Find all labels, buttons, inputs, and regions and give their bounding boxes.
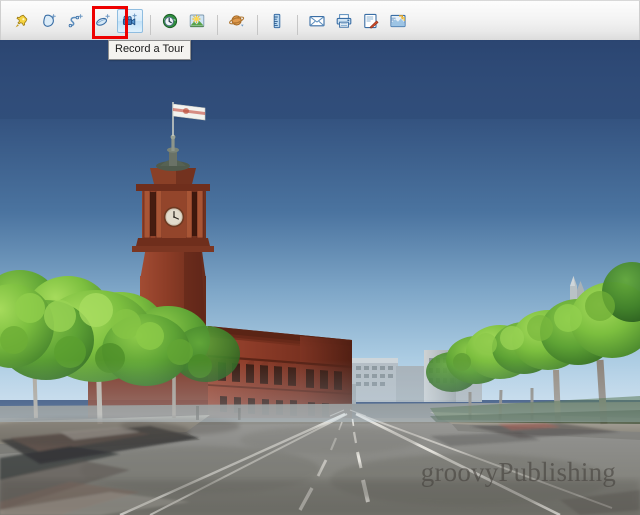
main-toolbar bbox=[0, 0, 640, 40]
historical-imagery-clock-icon bbox=[161, 12, 179, 30]
add-image-overlay-button[interactable] bbox=[90, 9, 116, 33]
ruler-icon bbox=[268, 12, 286, 30]
toolbar-separator-3 bbox=[257, 14, 258, 35]
save-image-icon bbox=[362, 12, 380, 30]
google-earth-window: Record a Tour groovyPublishing bbox=[0, 0, 640, 515]
add-path-button[interactable] bbox=[63, 9, 89, 33]
placemark-pin-icon bbox=[13, 12, 31, 30]
toolbar-group-planet-tools bbox=[224, 9, 251, 33]
email-button[interactable] bbox=[304, 9, 330, 33]
watermark-text: groovyPublishing bbox=[420, 457, 616, 487]
polygon-icon bbox=[40, 12, 58, 30]
toolbar-group-share-tools bbox=[304, 9, 412, 33]
toolbar-group-drawing-tools bbox=[9, 9, 144, 33]
toolbar-group-time-tools bbox=[157, 9, 211, 33]
image-overlay-icon bbox=[94, 12, 112, 30]
toolbar-separator-1 bbox=[150, 14, 151, 35]
print-button[interactable] bbox=[331, 9, 357, 33]
save-image-button[interactable] bbox=[358, 9, 384, 33]
record-tour-tooltip: Record a Tour bbox=[108, 40, 191, 60]
email-envelope-icon bbox=[308, 12, 326, 30]
toolbar-group-measure-tools bbox=[264, 9, 291, 33]
ruler-button[interactable] bbox=[264, 9, 290, 33]
atmospheric-haze bbox=[0, 360, 640, 422]
view-in-maps-button[interactable] bbox=[385, 9, 411, 33]
view-in-maps-icon bbox=[389, 12, 407, 30]
add-polygon-button[interactable] bbox=[36, 9, 62, 33]
add-placemark-button[interactable] bbox=[9, 9, 35, 33]
printer-icon bbox=[335, 12, 353, 30]
planet-switch-button[interactable] bbox=[224, 9, 250, 33]
path-icon bbox=[67, 12, 85, 30]
record-tour-button[interactable] bbox=[117, 9, 143, 33]
planet-saturn-icon bbox=[228, 12, 246, 30]
sunlight-icon bbox=[188, 12, 206, 30]
sunlight-button[interactable] bbox=[184, 9, 210, 33]
record-tour-camera-icon bbox=[121, 12, 139, 30]
earth-3d-viewport[interactable]: groovyPublishing bbox=[0, 40, 640, 515]
historical-imagery-button[interactable] bbox=[157, 9, 183, 33]
rendered-3d-scene bbox=[0, 40, 640, 515]
toolbar-separator-2 bbox=[217, 14, 218, 35]
toolbar-separator-4 bbox=[297, 14, 298, 35]
